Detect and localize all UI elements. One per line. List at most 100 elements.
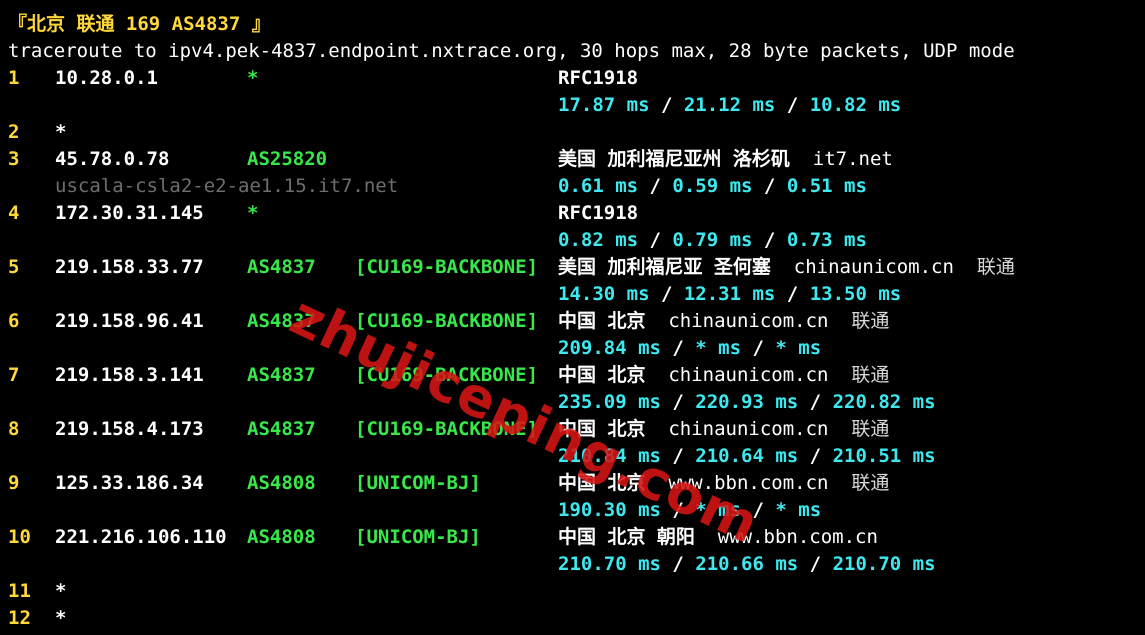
hop-row: 2 *	[0, 119, 1145, 146]
hop-domain: chinaunicom.cn	[793, 256, 954, 278]
hop-domain: www.bbn.com.cn	[668, 472, 829, 494]
hop-asn: AS4808	[247, 526, 316, 548]
rtt-separator: /	[638, 175, 673, 197]
hop-geo-location: 中国 北京	[558, 418, 646, 440]
hop-row: 7 219.158.3.141 AS4837 [CU169-BACKBONE] 中国 北…	[0, 362, 1145, 389]
hop-tag: [CU169-BACKBONE]	[355, 256, 539, 278]
hop-detail-row: 0.82 ms / 0.79 ms / 0.73 ms	[0, 227, 1145, 254]
hop-ip: 10.28.0.1	[55, 67, 158, 89]
hop-geo-location: 美国 加利福尼亚州 洛杉矶	[558, 148, 790, 170]
hop-ip: 125.33.186.34	[55, 472, 204, 494]
rtt-value: 0.73 ms	[786, 229, 867, 251]
hop-number: 2	[8, 121, 20, 143]
hop-geo: 美国 加利福尼亚 圣何塞 chinaunicom.cn 联通	[558, 254, 1015, 281]
hop-domain: chinaunicom.cn	[668, 418, 829, 440]
hop-geo-location: 中国 北京	[558, 364, 646, 386]
hop-geo-location: 美国 加利福尼亚 圣何塞	[558, 256, 771, 278]
rtt-separator: /	[660, 445, 696, 467]
hop-geo-location: 中国 北京 朝阳	[558, 526, 695, 548]
hop-row: 11 *	[0, 578, 1145, 605]
rtt-separator: /	[741, 337, 776, 359]
hop-row: 3 45.78.0.78 AS25820 美国 加利福尼亚州 洛杉矶 it7.net	[0, 146, 1145, 173]
hop-ip: 221.216.106.110	[55, 526, 227, 548]
rtt-value: * ms	[695, 337, 742, 359]
hop-geo-location: RFC1918	[558, 202, 639, 224]
hop-isp: 联通	[976, 256, 1015, 278]
hop-detail-row: 210.84 ms / 210.64 ms / 210.51 ms	[0, 443, 1145, 470]
hop-asn: AS4837	[247, 364, 316, 386]
hop-asn: AS4808	[247, 472, 316, 494]
hop-isp: 联通	[851, 310, 890, 332]
rtt-value: 210.66 ms	[695, 553, 799, 575]
rtt-value: 220.93 ms	[695, 391, 799, 413]
hop-rtt: 17.87 ms / 21.12 ms / 10.82 ms	[558, 92, 901, 119]
rtt-value: 10.82 ms	[809, 94, 902, 116]
rtt-separator: /	[638, 229, 673, 251]
hop-rtt: 0.82 ms / 0.79 ms / 0.73 ms	[558, 227, 867, 254]
hop-geo: 中国 北京 朝阳 www.bbn.com.cn	[558, 524, 878, 551]
rtt-separator: /	[798, 553, 833, 575]
hop-geo: 中国 北京 chinaunicom.cn 联通	[558, 416, 889, 443]
rtt-value: 14.30 ms	[558, 283, 650, 305]
hop-tag: [CU169-BACKBONE]	[355, 310, 539, 332]
hop-row: 6 219.158.96.41 AS4837 [CU169-BACKBONE] 中国 北…	[0, 308, 1145, 335]
hop-ip: 219.158.96.41	[55, 310, 204, 332]
hop-domain: it7.net	[812, 148, 893, 170]
rtt-value: 0.82 ms	[558, 229, 639, 251]
rtt-separator: /	[775, 283, 810, 305]
hop-ip: 219.158.33.77	[55, 256, 204, 278]
hop-number: 9	[8, 472, 20, 494]
hop-geo: RFC1918	[558, 200, 638, 227]
rtt-separator: /	[798, 445, 833, 467]
rtt-value: 210.64 ms	[695, 445, 799, 467]
rtt-separator: /	[660, 337, 696, 359]
hop-tag: [CU169-BACKBONE]	[355, 418, 539, 440]
hop-row: 1 10.28.0.1 * RFC1918	[0, 65, 1145, 92]
rtt-value: 17.87 ms	[558, 94, 650, 116]
hop-isp: 联通	[851, 418, 890, 440]
hop-tag: [UNICOM-BJ]	[355, 472, 481, 494]
hop-domain: chinaunicom.cn	[668, 310, 829, 332]
hop-ip: *	[55, 121, 67, 143]
rtt-separator: /	[660, 553, 696, 575]
hop-tag: [CU169-BACKBONE]	[355, 364, 539, 386]
rtt-separator: /	[775, 94, 810, 116]
hop-detail-row: uscala-csla2-e2-ae1.15.it7.net 0.61 ms / …	[0, 173, 1145, 200]
hop-asn: *	[247, 67, 259, 89]
hop-domain: www.bbn.com.cn	[717, 526, 878, 548]
hop-row: 4 172.30.31.145 * RFC1918	[0, 200, 1145, 227]
rtt-separator: /	[741, 499, 776, 521]
hop-ip: 45.78.0.78	[55, 148, 170, 170]
hop-row: 12 *	[0, 605, 1145, 632]
rtt-value: 210.70 ms	[558, 553, 661, 575]
hop-rtt: 190.30 ms / * ms / * ms	[558, 497, 821, 524]
hop-rtt: 235.09 ms / 220.93 ms / 220.82 ms	[558, 389, 936, 416]
hop-geo-location: 中国 北京	[558, 310, 646, 332]
rtt-value: 190.30 ms	[558, 499, 661, 521]
rtt-value: 0.59 ms	[672, 175, 753, 197]
hop-asn: *	[247, 202, 259, 224]
hop-detail-row: 210.70 ms / 210.66 ms / 210.70 ms	[0, 551, 1145, 578]
rtt-separator: /	[660, 391, 696, 413]
terminal-window[interactable]: 『北京 联通 169 AS4837 』 traceroute to ipv4.p…	[0, 0, 1145, 635]
rtt-separator: /	[752, 229, 787, 251]
rtt-value: * ms	[775, 499, 822, 521]
hop-geo: 中国 北京 chinaunicom.cn 联通	[558, 362, 889, 389]
rtt-value: 210.70 ms	[832, 553, 936, 575]
rtt-value: 12.31 ms	[683, 283, 776, 305]
hop-number: 6	[8, 310, 20, 332]
hop-asn: AS4837	[247, 418, 316, 440]
hop-detail-row: 14.30 ms / 12.31 ms / 13.50 ms	[0, 281, 1145, 308]
hop-number: 8	[8, 418, 20, 440]
hop-isp: 联通	[851, 472, 890, 494]
hop-row: 10 221.216.106.110 AS4808 [UNICOM-BJ] 中国 北京 …	[0, 524, 1145, 551]
rtt-value: 0.79 ms	[672, 229, 753, 251]
hop-number: 1	[8, 67, 20, 89]
hop-detail-row: 190.30 ms / * ms / * ms	[0, 497, 1145, 524]
hop-geo: 中国 北京 chinaunicom.cn 联通	[558, 308, 889, 335]
hop-row: 8 219.158.4.173 AS4837 [CU169-BACKBONE] 中国 北…	[0, 416, 1145, 443]
hop-geo-location: 中国 北京	[558, 472, 646, 494]
hop-tag: [UNICOM-BJ]	[355, 526, 481, 548]
hop-ip: 219.158.4.173	[55, 418, 204, 440]
hop-detail-row: 235.09 ms / 220.93 ms / 220.82 ms	[0, 389, 1145, 416]
